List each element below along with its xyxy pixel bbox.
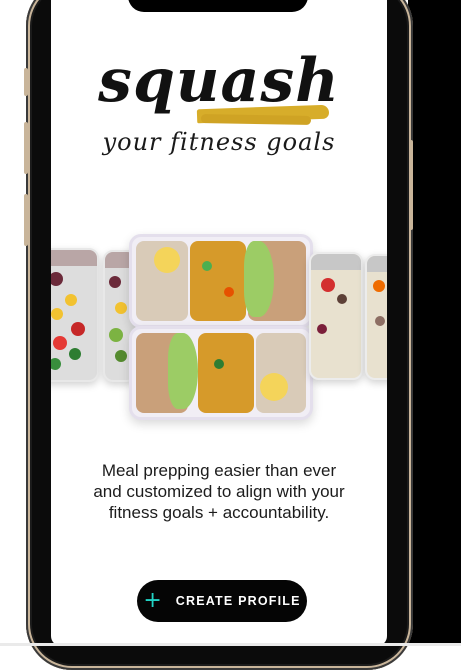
food-detail xyxy=(69,348,81,360)
jar-lid xyxy=(367,256,387,272)
phone-volume-down-button xyxy=(24,194,28,246)
food-detail xyxy=(375,316,385,326)
food-detail xyxy=(202,261,212,271)
rice-compartment xyxy=(256,333,306,413)
lemon-slice xyxy=(260,373,288,401)
food-detail xyxy=(65,294,77,306)
jar-lid xyxy=(51,250,97,266)
create-profile-button[interactable]: + CREATE PROFILE xyxy=(137,580,307,622)
food-detail xyxy=(373,280,385,292)
logo-tagline: your fitness goals xyxy=(102,128,336,156)
food-detail xyxy=(224,287,234,297)
meal-container-bottom xyxy=(129,326,313,420)
quinoa-jar-right xyxy=(309,252,363,380)
food-detail xyxy=(71,322,85,336)
intro-description: Meal prepping easier than ever and custo… xyxy=(93,461,345,522)
curry-compartment xyxy=(190,241,246,321)
food-detail xyxy=(321,278,335,292)
meal-prep-image xyxy=(51,230,387,420)
phone-power-button xyxy=(409,140,413,230)
logo-wordmark: squash xyxy=(98,46,340,116)
food-detail xyxy=(53,336,67,350)
salad-jar-left xyxy=(51,248,99,382)
food-detail xyxy=(214,359,224,369)
phone-screen: squash your fitness goals Meal prepping … xyxy=(51,0,387,646)
food-detail xyxy=(317,324,327,334)
phone-notch xyxy=(128,0,308,12)
food-detail xyxy=(109,328,123,342)
right-black-panel xyxy=(408,0,461,646)
food-detail xyxy=(115,350,127,362)
food-detail xyxy=(51,272,63,286)
meal-container-top xyxy=(129,234,313,328)
food-detail xyxy=(337,294,347,304)
create-profile-label: CREATE PROFILE xyxy=(175,594,301,608)
food-detail xyxy=(51,358,61,370)
curry-compartment xyxy=(198,333,254,413)
food-detail xyxy=(51,308,63,320)
phone-volume-up-button xyxy=(24,122,28,174)
app-logo: squash your fitness goals xyxy=(51,46,387,162)
quinoa-jar-right-2 xyxy=(365,254,387,380)
phone-mute-switch xyxy=(24,68,28,96)
jar-lid xyxy=(311,254,361,270)
lemon-slice xyxy=(154,247,180,273)
food-detail xyxy=(115,302,127,314)
food-detail xyxy=(109,276,121,288)
plus-icon: + xyxy=(143,588,162,613)
avocado-slices xyxy=(244,241,274,317)
avocado-slices xyxy=(168,333,198,409)
